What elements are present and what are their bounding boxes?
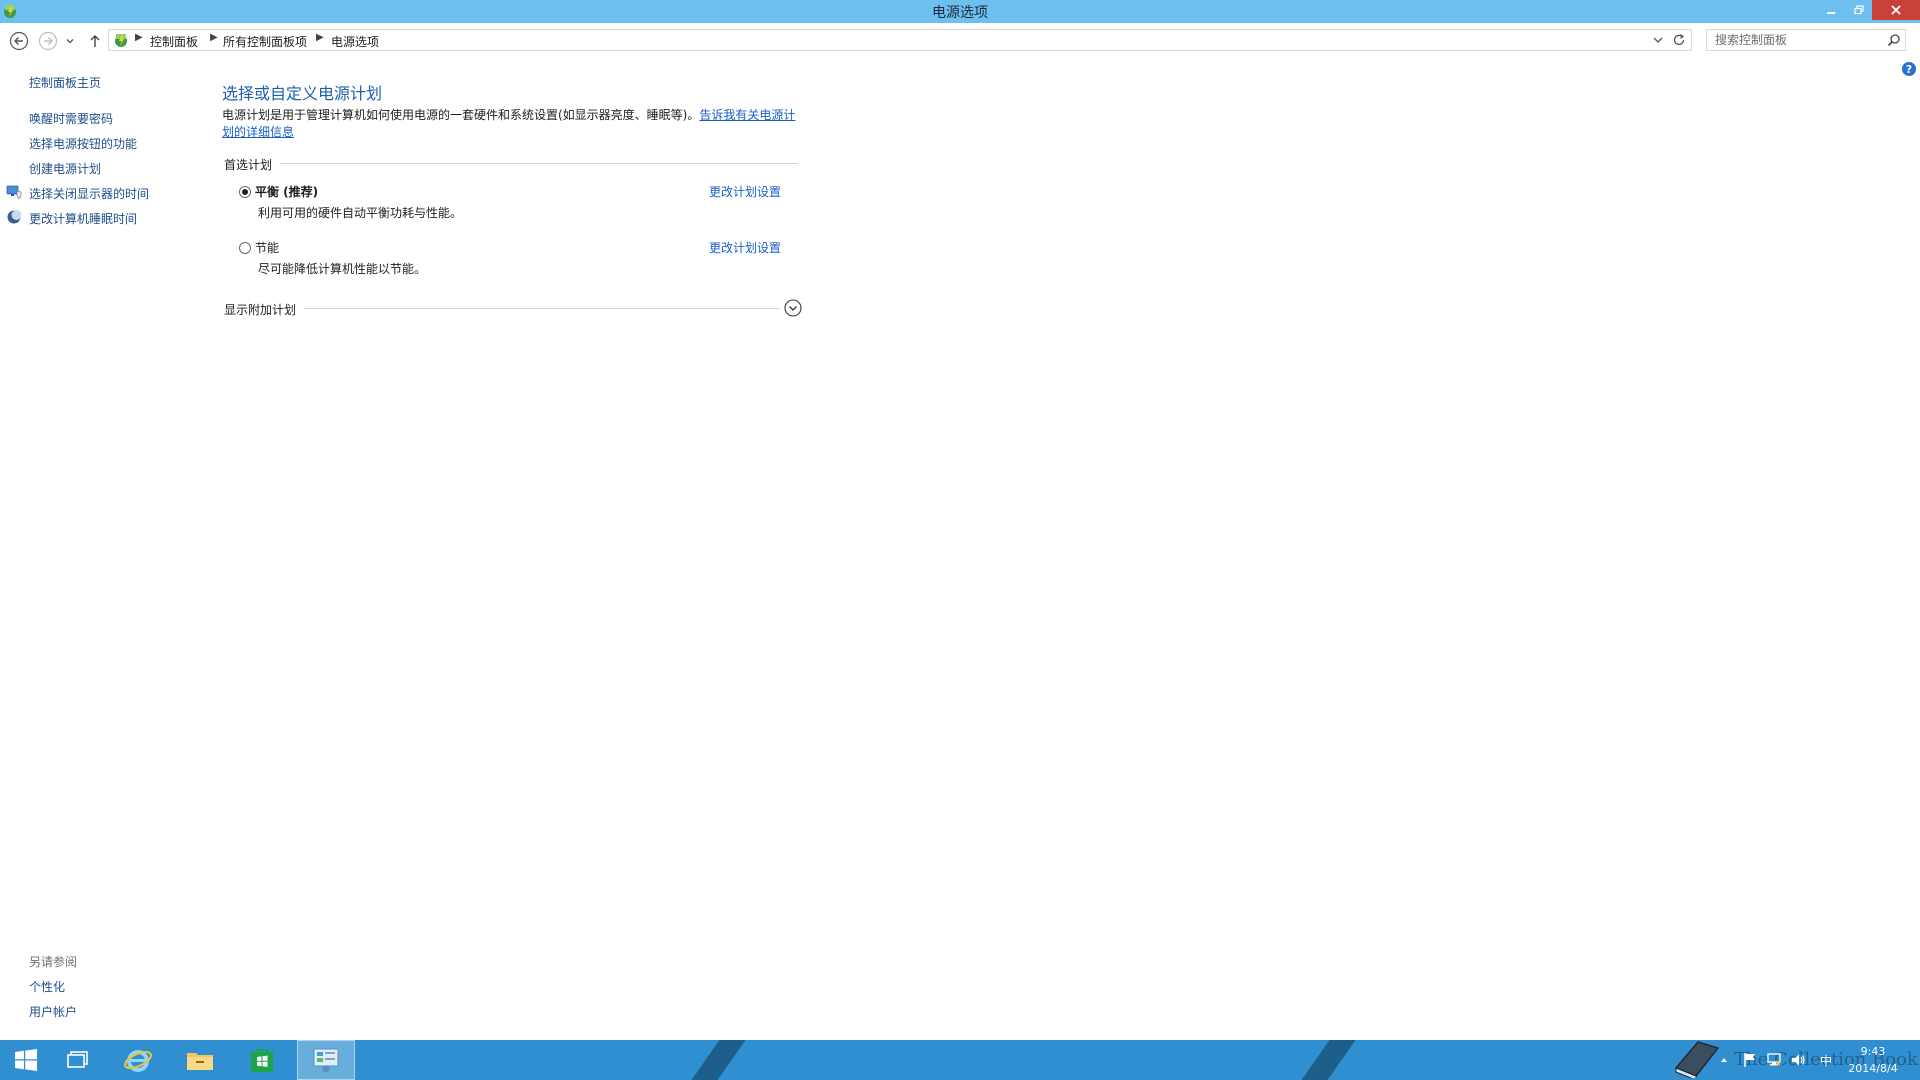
sidebar-item-wake-password[interactable]: 唤醒时需要密码 [29, 110, 113, 127]
breadcrumb-chevron-icon[interactable]: ▶ [210, 32, 218, 43]
folder-icon [187, 1053, 213, 1070]
taskbar-decoration [1287, 1040, 1363, 1080]
plan-power-saver-radio[interactable] [239, 242, 251, 254]
control-panel-icon [115, 34, 127, 47]
up-button[interactable] [84, 30, 106, 52]
recent-locations-button[interactable] [63, 30, 77, 52]
sidebar-item-sleep-time[interactable]: 更改计算机睡眠时间 [29, 210, 137, 227]
windows-logo-icon [15, 1049, 37, 1071]
network-button[interactable] [1766, 1052, 1782, 1068]
page-description: 电源计划是用于管理计算机如何使用电源的一套硬件和系统设置(如显示器亮度、睡眠等)… [222, 107, 802, 141]
flag-icon [1744, 1053, 1755, 1067]
chevron-down-icon [66, 39, 74, 44]
task-view-icon [67, 1051, 88, 1068]
plan-balanced-name[interactable]: 平衡 (推荐) [255, 183, 318, 200]
taskbar-decoration [677, 1040, 753, 1080]
restore-icon [1854, 5, 1864, 15]
chevron-up-icon [1721, 1058, 1727, 1062]
minimize-icon [1827, 12, 1835, 14]
breadcrumb-power-options[interactable]: 电源选项 [331, 33, 379, 50]
refresh-icon[interactable] [1671, 32, 1687, 48]
search-icon[interactable] [1887, 33, 1901, 47]
arrow-up-icon [90, 35, 100, 47]
plan-power-saver-description: 尽可能降低计算机性能以节能。 [258, 262, 427, 276]
plan-power-saver-change-link[interactable]: 更改计划设置 [709, 239, 781, 256]
start-button[interactable] [0, 1040, 52, 1080]
clock-date: 2014/8/4 [1848, 1062, 1898, 1075]
file-explorer-button[interactable] [174, 1040, 226, 1080]
internet-explorer-button[interactable] [112, 1040, 164, 1080]
title-bar[interactable]: 电源选项 [0, 0, 1920, 23]
sidebar-item-display-off[interactable]: 选择关闭显示器的时间 [29, 185, 149, 202]
task-view-button[interactable] [52, 1040, 104, 1080]
plan-balanced-radio[interactable] [239, 186, 251, 198]
see-also-user-accounts[interactable]: 用户帐户 [29, 1003, 77, 1020]
minimize-button[interactable] [1816, 0, 1846, 20]
speaker-icon [1792, 1054, 1805, 1066]
monitor-shield-icon [6, 185, 22, 199]
close-button[interactable] [1872, 0, 1920, 20]
expand-chevron-icon[interactable] [784, 299, 802, 317]
sidebar-item-power-button[interactable]: 选择电源按钮的功能 [29, 135, 137, 152]
additional-plans-divider [304, 308, 780, 309]
address-bar[interactable]: ▶ 控制面板 ▶ 所有控制面板项 ▶ 电源选项 [108, 29, 1692, 51]
preferred-plans-heading: 首选计划 [224, 158, 273, 172]
plan-balanced-change-link[interactable]: 更改计划设置 [709, 183, 781, 200]
close-icon [1891, 5, 1901, 15]
address-dropdown-icon[interactable] [1651, 33, 1665, 47]
search-box[interactable] [1706, 29, 1906, 51]
clock-time: 9:43 [1860, 1045, 1886, 1058]
see-also-personalization[interactable]: 个性化 [29, 978, 65, 995]
show-additional-plans-label[interactable]: 显示附加计划 [224, 301, 296, 318]
breadcrumb-control-panel[interactable]: 控制面板 [150, 33, 198, 50]
forward-button[interactable] [37, 30, 59, 52]
taskbar: The Collection Book 中 9:43 2014/8/4 [0, 1040, 1920, 1080]
network-icon [1767, 1053, 1781, 1066]
control-panel-icon [313, 1048, 339, 1073]
search-input[interactable] [1707, 30, 1887, 50]
arrow-left-circle-icon [9, 31, 29, 51]
sidebar-item-create-plan[interactable]: 创建电源计划 [29, 160, 101, 177]
breadcrumb-chevron-icon[interactable]: ▶ [316, 32, 324, 43]
window-title: 电源选项 [932, 5, 988, 21]
group-divider [280, 163, 798, 164]
clock[interactable]: 9:43 2014/8/4 [1838, 1043, 1908, 1077]
sidebar-item-home[interactable]: 控制面板主页 [29, 74, 101, 91]
help-icon[interactable]: ? [1902, 62, 1916, 76]
see-also-heading: 另请参阅 [29, 955, 78, 969]
input-method-indicator[interactable]: 中 [1818, 1052, 1834, 1068]
plan-power-saver-name[interactable]: 节能 [255, 239, 279, 256]
show-hidden-icons-button[interactable] [1716, 1052, 1732, 1068]
restore-button[interactable] [1846, 0, 1872, 20]
back-button[interactable] [8, 30, 30, 52]
arrow-right-circle-icon [38, 31, 58, 51]
internet-explorer-icon [124, 1050, 152, 1072]
page-title: 选择或自定义电源计划 [222, 84, 383, 103]
description-text: 电源计划是用于管理计算机如何使用电源的一套硬件和系统设置(如显示器亮度、睡眠等)… [222, 108, 700, 122]
plan-balanced-description: 利用可用的硬件自动平衡功耗与性能。 [258, 206, 463, 220]
navigation-bar: ▶ 控制面板 ▶ 所有控制面板项 ▶ 电源选项 [0, 23, 1920, 57]
control-panel-taskbar-button[interactable] [297, 1040, 355, 1080]
moon-icon [7, 210, 22, 224]
volume-button[interactable] [1790, 1052, 1806, 1068]
store-button[interactable] [236, 1040, 288, 1080]
breadcrumb-chevron-icon[interactable]: ▶ [135, 32, 143, 43]
breadcrumb-all-items[interactable]: 所有控制面板项 [223, 33, 307, 50]
action-center-button[interactable] [1742, 1052, 1758, 1068]
store-bag-icon [251, 1049, 273, 1072]
